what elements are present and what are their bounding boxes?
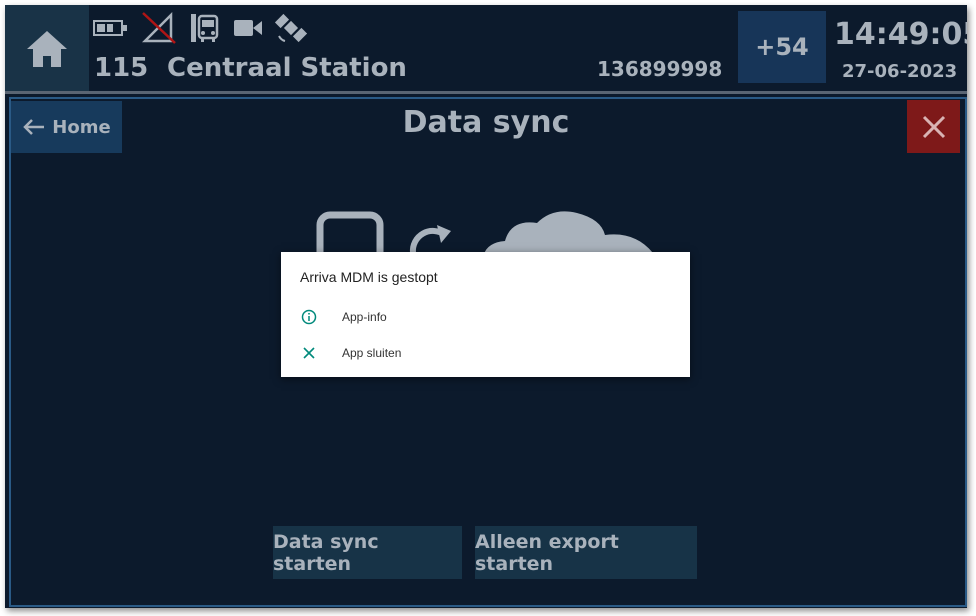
app-stopped-dialog: Arriva MDM is gestopt App-info App sluit… (281, 252, 690, 377)
info-icon (300, 308, 318, 326)
clock-date: 27-06-2023 (842, 61, 958, 82)
app-info-label: App-info (342, 310, 387, 324)
satellite-icon (275, 13, 307, 43)
top-bar: 115 Centraal Station 136899998 +54 14:49… (5, 5, 967, 92)
app-close-label: App sluiten (342, 346, 402, 360)
home-button[interactable] (5, 5, 89, 92)
status-icons (93, 11, 307, 45)
page-title: Data sync (402, 105, 570, 140)
home-icon (27, 30, 67, 67)
no-signal-icon (141, 11, 176, 44)
delay-badge: +54 (738, 11, 826, 83)
header-divider (5, 91, 967, 94)
app-info-option[interactable]: App-info (300, 308, 387, 326)
bus-stop-icon (191, 14, 219, 42)
vehicle-id: 136899998 (597, 57, 723, 81)
route-number: 115 (94, 53, 149, 83)
station-name: Centraal Station (167, 53, 407, 83)
close-icon (300, 344, 318, 362)
dialog-title: Arriva MDM is gestopt (300, 269, 438, 285)
camera-icon (234, 20, 262, 36)
clock-time: 14:49:05 (834, 17, 967, 52)
export-only-start-button[interactable]: Alleen export starten (475, 526, 697, 579)
app-close-option[interactable]: App sluiten (300, 344, 401, 362)
close-button[interactable] (907, 100, 960, 153)
close-icon (922, 115, 945, 138)
battery-icon (93, 20, 127, 36)
app-window: 115 Centraal Station 136899998 +54 14:49… (5, 5, 967, 608)
data-sync-start-button[interactable]: Data sync starten (273, 526, 462, 579)
